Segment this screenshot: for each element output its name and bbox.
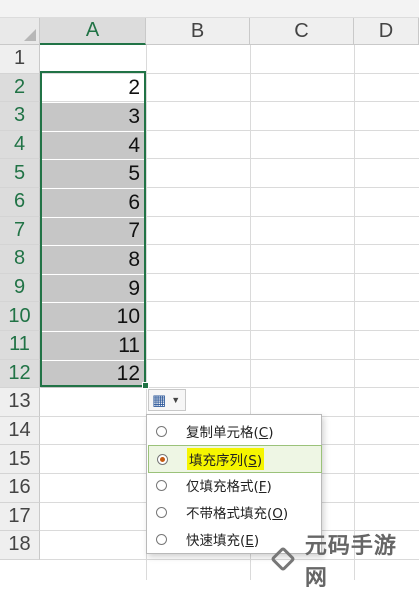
select-all-corner[interactable] xyxy=(0,18,40,45)
grid-line xyxy=(354,45,355,580)
row-header[interactable]: 11 xyxy=(0,331,40,360)
menu-item-label: 快速填充(E) xyxy=(186,533,260,549)
watermark-logo-icon xyxy=(274,547,300,573)
watermark: 元码手游网 xyxy=(274,534,419,591)
chevron-down-icon: ▼ xyxy=(171,395,181,405)
row-header[interactable]: 8 xyxy=(0,245,40,274)
column-header-c[interactable]: C xyxy=(250,18,354,45)
radio-selected-icon[interactable] xyxy=(157,453,168,465)
autofill-options-icon: ▦ xyxy=(152,391,167,409)
fill-handle[interactable] xyxy=(142,382,149,389)
menu-item-copy-cells[interactable]: 复制单元格(C) xyxy=(148,418,320,444)
menu-item-label: 仅填充格式(F) xyxy=(186,479,272,495)
row-header[interactable]: 2 xyxy=(0,73,40,103)
row-header[interactable]: 12 xyxy=(0,359,40,389)
autofill-options-menu: 复制单元格(C) 填充序列(S) 仅填充格式(F) 不带格式填充(O) 快速填充… xyxy=(146,414,322,554)
menu-item-label: 不带格式填充(O) xyxy=(186,506,289,522)
radio-icon[interactable] xyxy=(156,425,167,437)
watermark-text: 元码手游网 xyxy=(304,534,397,591)
row-header[interactable]: 7 xyxy=(0,216,40,246)
radio-icon[interactable] xyxy=(156,533,167,545)
row-header[interactable]: 1 xyxy=(0,45,40,74)
row-header[interactable]: 4 xyxy=(0,130,40,160)
menu-item-fill-without-formatting[interactable]: 不带格式填充(O) xyxy=(148,499,320,525)
selection-range-border xyxy=(40,71,146,387)
row-header[interactable]: 17 xyxy=(0,502,40,532)
row-header[interactable]: 10 xyxy=(0,302,40,331)
row-header[interactable]: 16 xyxy=(0,474,40,503)
row-header[interactable]: 5 xyxy=(0,159,40,188)
row-header[interactable]: 13 xyxy=(0,388,40,417)
row-header[interactable]: 15 xyxy=(0,445,40,474)
menu-item-label: 复制单元格(C) xyxy=(186,425,274,441)
toolbar-strip xyxy=(0,0,419,18)
column-header-b[interactable]: B xyxy=(146,18,250,45)
row-header[interactable]: 6 xyxy=(0,188,40,217)
radio-icon[interactable] xyxy=(156,479,167,491)
column-header-a[interactable]: A xyxy=(40,18,146,45)
row-header[interactable]: 9 xyxy=(0,273,40,303)
radio-icon[interactable] xyxy=(156,506,167,518)
autofill-options-button[interactable]: ▦ ▼ xyxy=(148,389,186,411)
row-header[interactable]: 3 xyxy=(0,102,40,131)
menu-item-label: 填充序列(S) xyxy=(187,448,265,470)
menu-item-fill-series[interactable]: 填充序列(S) xyxy=(148,445,322,473)
row-header[interactable]: 14 xyxy=(0,416,40,446)
column-header-d[interactable]: D xyxy=(354,18,419,45)
menu-item-fill-formatting-only[interactable]: 仅填充格式(F) xyxy=(148,472,320,498)
select-all-triangle-icon xyxy=(24,29,36,41)
row-header[interactable]: 18 xyxy=(0,531,40,560)
